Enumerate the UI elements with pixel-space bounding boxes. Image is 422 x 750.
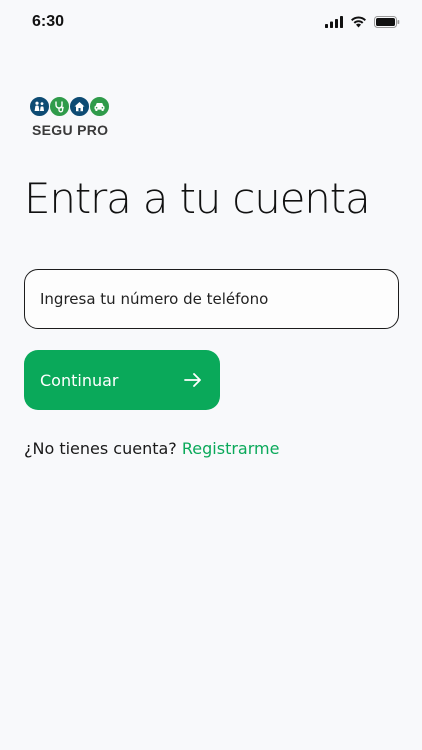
logo-icons	[29, 96, 110, 118]
signal-icon	[325, 16, 343, 28]
status-time: 6:30	[32, 13, 65, 30]
register-prompt: ¿No tienes cuenta? Registrarme	[24, 439, 279, 458]
battery-icon	[374, 16, 400, 28]
arrow-right-icon	[184, 373, 201, 387]
register-link[interactable]: Registrarme	[182, 439, 280, 458]
family-icon	[29, 96, 50, 117]
logo-text: SEGU PRO	[32, 122, 109, 138]
status-bar: 6:30	[0, 0, 422, 46]
page-title: Entra a tu cuenta	[24, 174, 371, 223]
no-account-text: ¿No tienes cuenta?	[24, 439, 177, 458]
home-icon	[69, 96, 90, 117]
login-screen: 6:30 SEGU PRO Entra a tu cuenta Ingresa …	[0, 0, 422, 750]
stethoscope-icon	[49, 96, 70, 117]
car-icon	[89, 96, 110, 117]
continue-button-label: Continuar	[40, 370, 119, 390]
wifi-icon	[351, 16, 366, 28]
continue-button[interactable]: Continuar	[24, 350, 220, 410]
status-icons	[325, 16, 400, 28]
segu-pro-logo: SEGU PRO	[29, 96, 110, 142]
phone-number-input[interactable]	[24, 269, 399, 329]
